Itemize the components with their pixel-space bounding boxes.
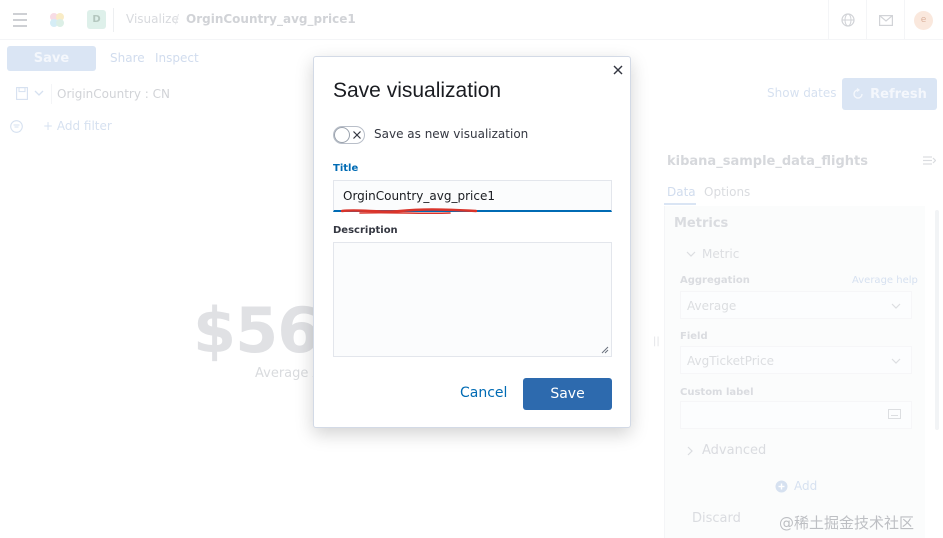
toggle-cross-icon bbox=[353, 131, 361, 139]
close-icon[interactable] bbox=[611, 63, 625, 77]
save-as-new-label[interactable]: Save as new visualization bbox=[374, 127, 528, 141]
modal-title: Save visualization bbox=[333, 79, 502, 102]
title-field-label: Title bbox=[333, 163, 359, 174]
description-textarea[interactable] bbox=[333, 242, 612, 357]
annotation-underline bbox=[340, 208, 478, 215]
toggle-knob bbox=[334, 127, 350, 143]
save-as-new-toggle[interactable] bbox=[333, 126, 365, 144]
description-field-label: Description bbox=[333, 225, 398, 236]
confirm-save-button[interactable]: Save bbox=[523, 378, 612, 410]
resize-grip-icon[interactable] bbox=[601, 346, 609, 354]
save-visualization-modal: Save visualization Save as new visualiza… bbox=[313, 56, 631, 428]
cancel-button[interactable]: Cancel bbox=[460, 385, 507, 401]
